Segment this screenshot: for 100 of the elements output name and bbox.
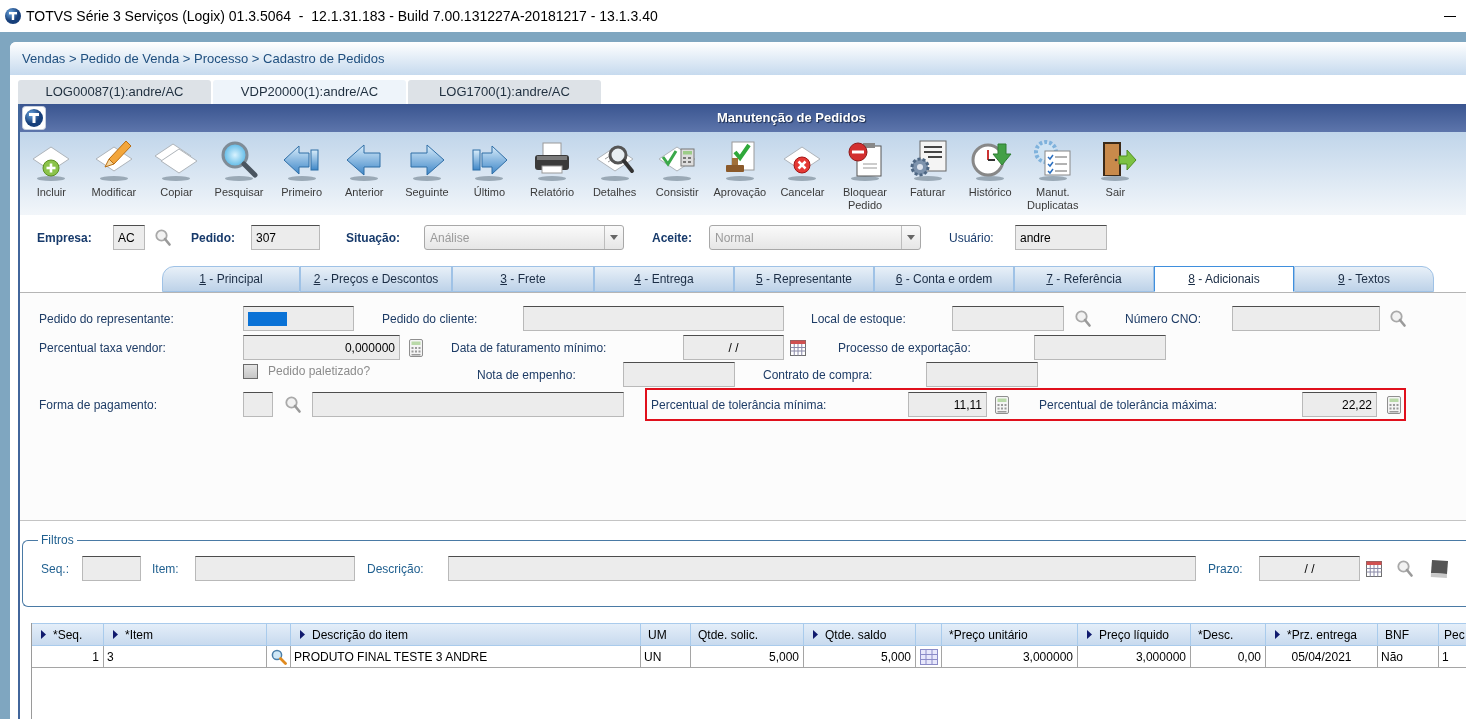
input-field[interactable] (312, 392, 624, 417)
sort-arrow-icon (1275, 630, 1280, 639)
column-header[interactable]: Descrição do item (291, 623, 641, 646)
grid-icon[interactable] (919, 648, 938, 665)
calendar-icon[interactable] (1366, 560, 1382, 577)
last-button[interactable]: Último (458, 138, 521, 199)
report-button[interactable]: Relatório (520, 138, 584, 199)
search-icon[interactable] (1390, 310, 1406, 327)
input-field[interactable]: AC (113, 225, 145, 250)
column-header[interactable]: *Prz. entrega (1266, 623, 1378, 646)
form-tab[interactable]: 5 - Representante (734, 266, 874, 292)
field-label: Situação: (346, 229, 401, 247)
table-cell: 05/04/2021 (1266, 646, 1378, 668)
column-header[interactable]: Qtde. solic. (691, 623, 804, 646)
input-field[interactable] (1034, 335, 1166, 360)
input-field[interactable]: / / (1259, 556, 1360, 581)
search-icon[interactable] (285, 396, 301, 413)
form-tab[interactable]: 4 - Entrega (594, 266, 734, 292)
search-icon[interactable] (1397, 560, 1413, 577)
calculator-icon[interactable] (409, 338, 423, 357)
field-label: Pedido: (191, 229, 236, 247)
input-field[interactable] (952, 306, 1064, 331)
input-field[interactable]: / / (683, 335, 784, 360)
previous-button[interactable]: Anterior (332, 138, 396, 199)
session-tab[interactable]: LOG00087(1):andre/AC (18, 80, 211, 104)
edit-button[interactable]: Modificar (82, 138, 146, 199)
input-field[interactable] (243, 306, 354, 331)
search-icon[interactable] (270, 648, 287, 665)
approve-button[interactable]: Aprovação (708, 138, 772, 199)
form-tab[interactable]: 2 - Preços e Descontos (300, 266, 452, 292)
table-cell: UN (641, 646, 691, 668)
calculator-icon[interactable] (995, 395, 1009, 414)
details-button[interactable]: Detalhes (583, 138, 646, 199)
validate-button[interactable]: Consistir (645, 138, 709, 199)
column-header[interactable]: *Desc. (1191, 623, 1266, 646)
table-cell: 0,00 (1191, 646, 1266, 668)
input-field[interactable]: 11,11 (908, 392, 987, 417)
minimize-icon (1444, 15, 1456, 17)
input-field[interactable]: 22,22 (1302, 392, 1377, 417)
table-cell: 1 (32, 646, 104, 668)
field-label: Forma de pagamento: (39, 396, 159, 414)
form-tab[interactable]: 6 - Conta e ordem (874, 266, 1014, 292)
installments-button[interactable]: Manut. Duplicatas (1021, 138, 1085, 212)
form-tab[interactable]: 1 - Principal (162, 266, 300, 292)
add-button[interactable]: Incluir (20, 138, 83, 199)
table-cell: PRODUTO FINAL TESTE 3 ANDRE (291, 646, 641, 668)
exit-button[interactable]: Sair (1084, 138, 1147, 199)
input-field[interactable] (243, 392, 273, 417)
session-tab[interactable]: VDP20000(1):andre/AC (213, 80, 406, 104)
column-header[interactable]: Pec (1439, 623, 1466, 646)
block-button[interactable]: Bloquear Pedido (833, 138, 897, 212)
input-field[interactable] (623, 362, 735, 387)
text-selection (248, 311, 287, 326)
sort-arrow-icon (300, 630, 305, 639)
column-header[interactable]: BNF (1378, 623, 1439, 646)
field-label: Seq.: (41, 560, 71, 578)
cancel-button[interactable]: Cancelar (771, 138, 834, 199)
copy-button[interactable]: Copiar (145, 138, 208, 199)
next-button[interactable]: Seguinte (395, 138, 459, 199)
column-header[interactable]: Qtde. saldo (804, 623, 916, 646)
input-field[interactable] (1232, 306, 1380, 331)
field-label: Número CNO: (1125, 310, 1202, 328)
input-field[interactable] (926, 362, 1038, 387)
eraser-icon[interactable] (1429, 558, 1449, 579)
search-icon[interactable] (155, 229, 171, 246)
table-cell: 5,000 (691, 646, 804, 668)
sort-arrow-icon (1087, 630, 1092, 639)
session-tab[interactable]: LOG1700(1):andre/AC (408, 80, 601, 104)
input-field[interactable] (523, 306, 784, 331)
field-label: Pedido do representante: (39, 310, 175, 328)
column-header[interactable]: *Item (104, 623, 267, 646)
form-tab[interactable]: 8 - Adicionais (1154, 266, 1294, 292)
calculator-icon[interactable] (1387, 395, 1401, 414)
input-field[interactable]: 307 (251, 225, 320, 250)
column-header[interactable]: *Preço unitário (942, 623, 1078, 646)
calendar-icon[interactable] (790, 339, 806, 356)
table-cell: 5,000 (804, 646, 916, 668)
input-field[interactable] (448, 556, 1196, 581)
logo-icon (5, 8, 21, 24)
field-label: Percentual taxa vendor: (39, 339, 167, 357)
form-tab[interactable]: 7 - Referência (1014, 266, 1154, 292)
form-tab[interactable]: 3 - Frete (452, 266, 594, 292)
input-field[interactable] (195, 556, 355, 581)
column-header[interactable]: Preço líquido (1078, 623, 1191, 646)
column-header[interactable]: *Seq. (32, 623, 104, 646)
invoice-button[interactable]: Faturar (896, 138, 959, 199)
search-icon[interactable] (1075, 310, 1091, 327)
input-field[interactable]: 0,000000 (243, 335, 400, 360)
dialog-title: Manutenção de Pedidos (717, 109, 866, 128)
table-cell: 3,000000 (942, 646, 1078, 668)
group-title: Filtros (40, 533, 75, 547)
input-field[interactable]: andre (1015, 225, 1107, 250)
input-field[interactable] (82, 556, 141, 581)
column-header[interactable]: UM (641, 623, 691, 646)
form-tab[interactable]: 9 - Textos (1294, 266, 1434, 292)
search-button[interactable]: Pesquisar (207, 138, 271, 199)
history-button[interactable]: Histórico (958, 138, 1022, 199)
table-cell: 1 (1439, 646, 1466, 668)
breadcrumb: Vendas > Pedido de Venda > Processo > Cadastro de Pedidos (22, 49, 385, 68)
first-button[interactable]: Primeiro (270, 138, 333, 199)
